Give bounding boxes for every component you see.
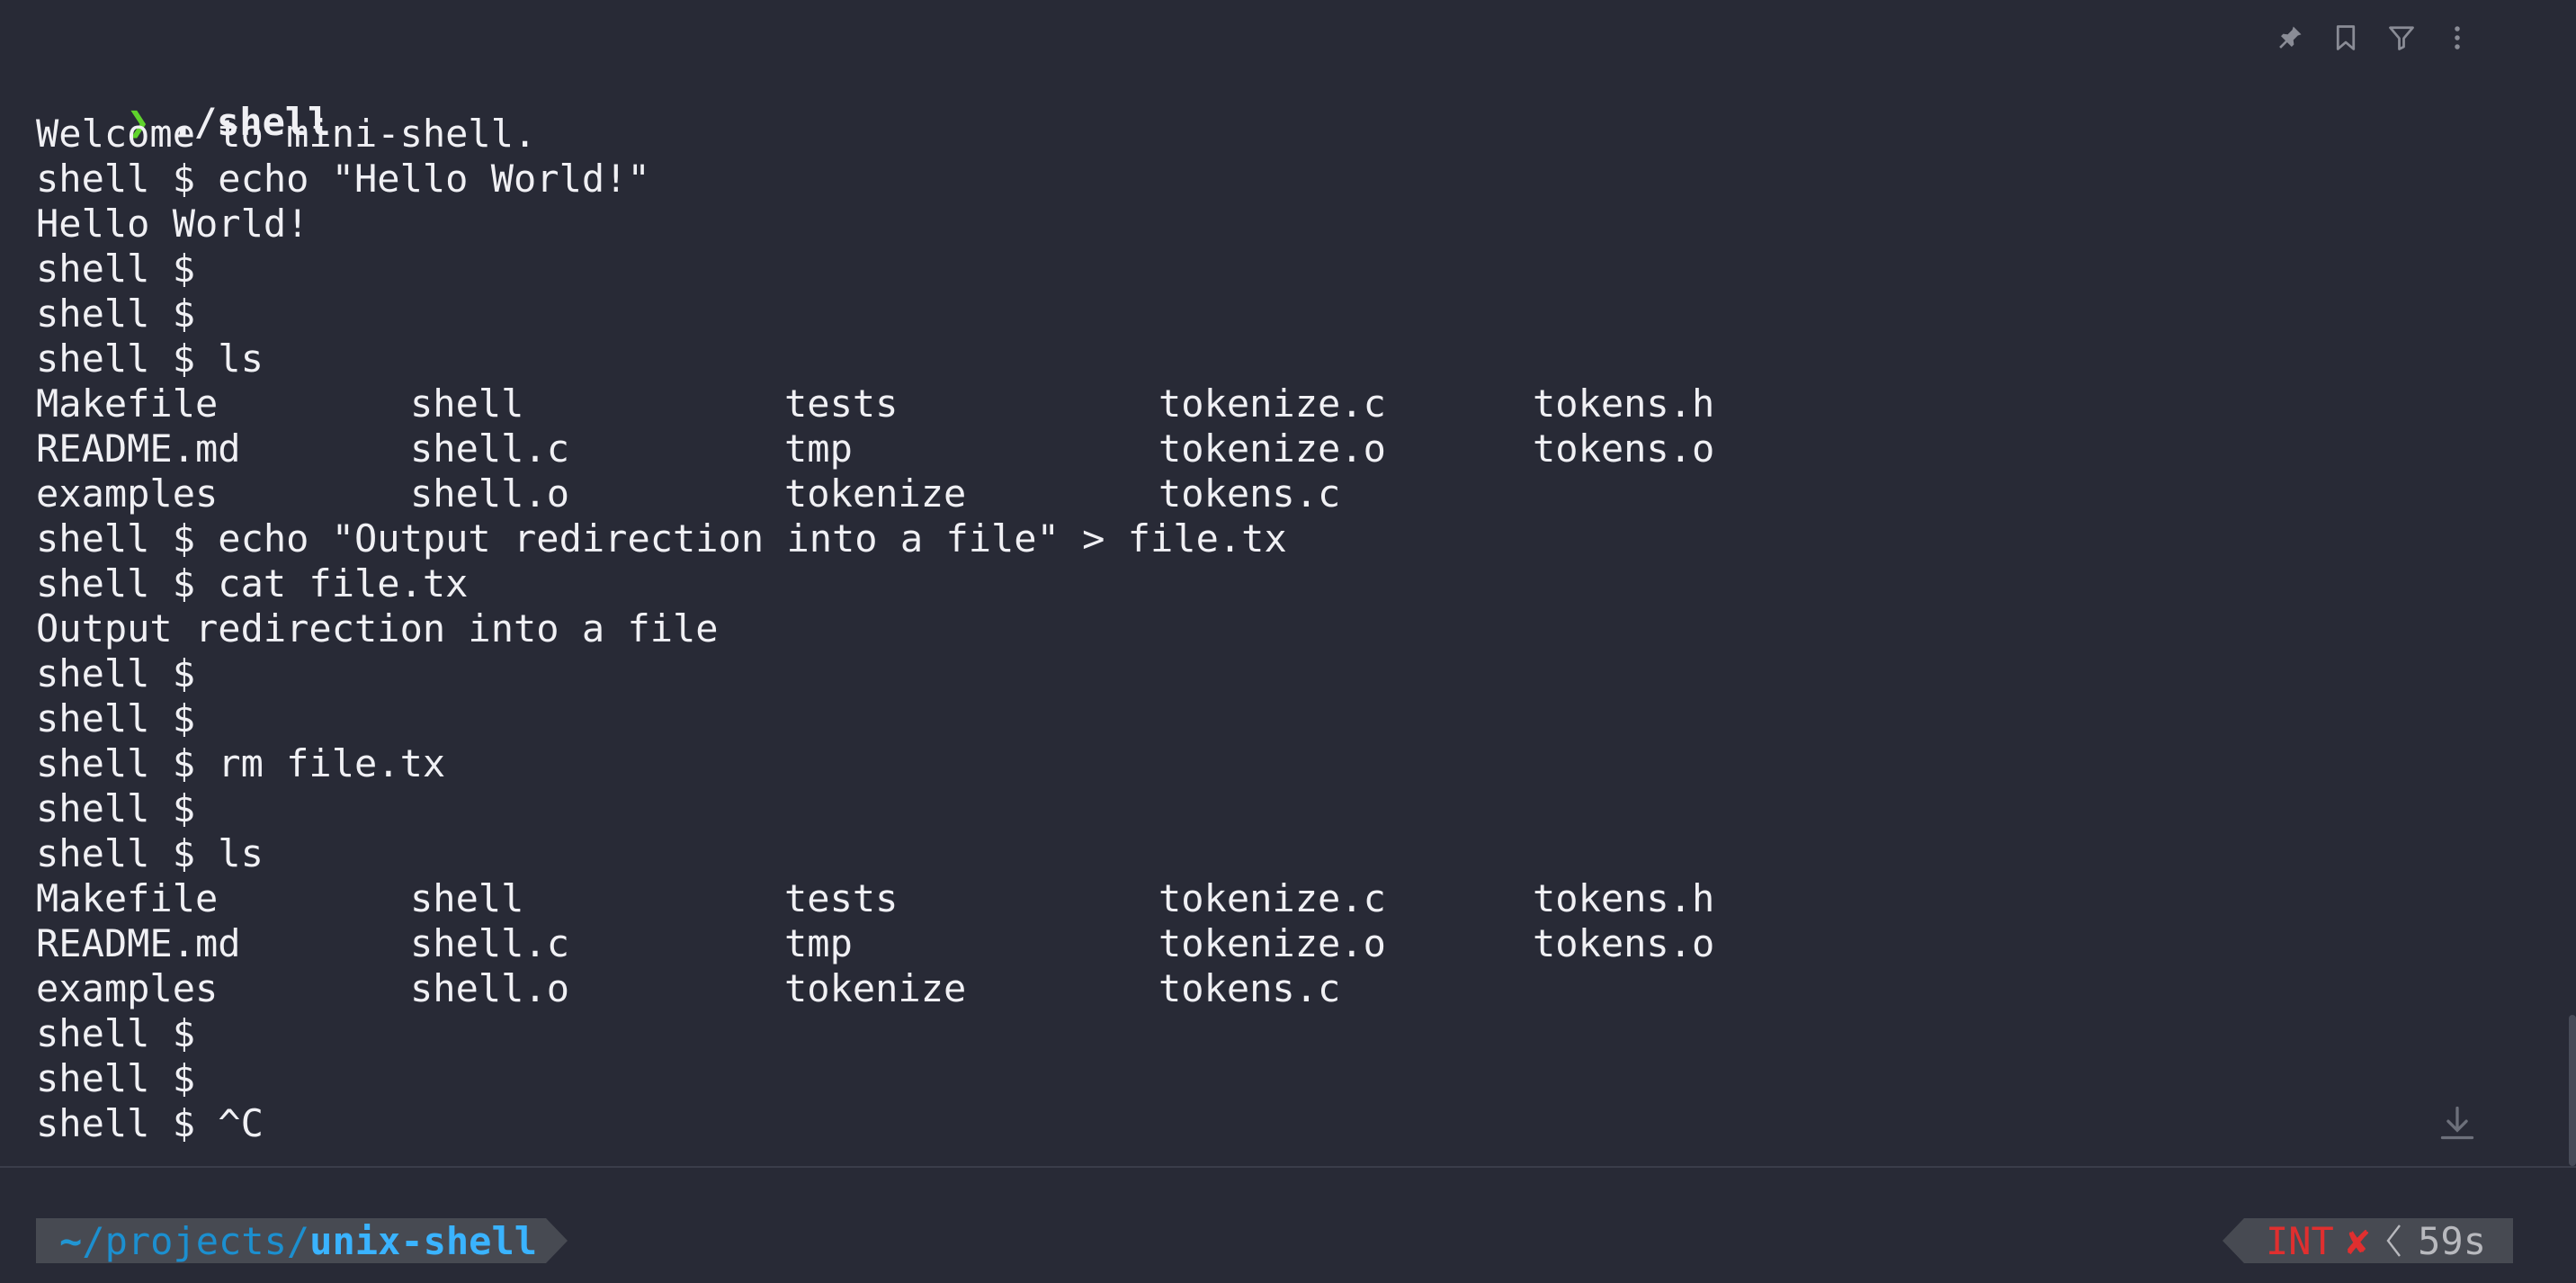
scrollbar[interactable] xyxy=(2569,1015,2576,1166)
more-icon[interactable] xyxy=(2443,22,2472,54)
file-entry: shell xyxy=(410,876,524,920)
output-line: shell $ echo "Output redirection into a … xyxy=(36,516,1287,561)
command-output: Welcome to mini-shell. shell $ echo "Hell… xyxy=(36,112,1907,1146)
file-entry: README.md xyxy=(36,921,241,965)
ls-output-row: examples shell.o tokenize tokens.c xyxy=(36,966,1907,1011)
output-line: shell $ ls xyxy=(36,336,264,381)
output-line: Hello World! xyxy=(36,202,309,246)
output-line: shell $ echo "Hello World!" xyxy=(36,157,650,201)
file-entry: README.md xyxy=(36,426,241,471)
command-block[interactable]: ❯ ./shell Welcome to mini-shell. shell $ e… xyxy=(36,0,2504,1166)
file-entry: shell.o xyxy=(410,471,570,516)
exit-status: INT xyxy=(2265,1218,2334,1263)
command-duration: 59s xyxy=(2418,1218,2486,1263)
output-line: Welcome to mini-shell. xyxy=(36,112,537,156)
segment-arrow-left-icon xyxy=(2222,1218,2244,1263)
file-entry: Makefile xyxy=(36,381,219,426)
scroll-to-bottom-icon[interactable] xyxy=(2437,1103,2477,1143)
file-entry: tests xyxy=(784,381,899,426)
file-entry: shell.c xyxy=(410,426,570,471)
file-entry: tokens.h xyxy=(1533,381,1715,426)
separator-chevron-icon xyxy=(2382,1223,2405,1259)
pin-icon[interactable] xyxy=(2276,22,2304,54)
output-line: shell $ xyxy=(36,651,196,695)
file-entry: shell.c xyxy=(410,921,570,965)
file-entry: tokens.o xyxy=(1533,921,1715,965)
segment-arrow-icon xyxy=(546,1218,568,1263)
file-entry: tokenize.c xyxy=(1158,876,1386,920)
status-segment: INT ✘ 59s xyxy=(2222,1218,2513,1263)
ls-output-row: README.md shell.c tmp tokenize.o tokens.o xyxy=(36,426,1907,471)
ls-output-row: examples shell.o tokenize tokens.c xyxy=(36,471,1907,516)
ls-output-row: Makefile shell tests tokenize.c tokens.h xyxy=(36,876,1907,921)
ls-output-row: Makefile shell tests tokenize.c tokens.h xyxy=(36,381,1907,426)
file-entry: shell.o xyxy=(410,966,570,1010)
path-home: ~ xyxy=(59,1218,83,1263)
output-line: shell $ rm file.tx xyxy=(36,741,446,785)
output-line: shell $ ^C xyxy=(36,1101,264,1145)
path-current: unix-shell xyxy=(309,1218,538,1263)
output-line: shell $ xyxy=(36,292,196,336)
file-entry: shell xyxy=(410,381,524,426)
file-entry: tmp xyxy=(784,921,853,965)
file-entry: tokenize.o xyxy=(1158,426,1386,471)
output-line: shell $ xyxy=(36,1056,196,1100)
filter-icon[interactable] xyxy=(2387,22,2416,54)
file-entry: tokenize.o xyxy=(1158,921,1386,965)
output-line: shell $ xyxy=(36,1011,196,1055)
output-line: Output redirection into a file xyxy=(36,606,719,650)
file-entry: Makefile xyxy=(36,876,219,920)
path-middle: /projects/ xyxy=(82,1218,310,1263)
file-entry: tokens.c xyxy=(1158,471,1341,516)
output-line: shell $ xyxy=(36,247,196,291)
file-entry: examples xyxy=(36,471,219,516)
error-cross-icon: ✘ xyxy=(2346,1218,2370,1263)
output-line: shell $ xyxy=(36,786,196,830)
bookmark-icon[interactable] xyxy=(2331,22,2360,54)
file-entry: examples xyxy=(36,966,219,1010)
file-entry: tokens.c xyxy=(1158,966,1341,1010)
file-entry: tokens.h xyxy=(1533,876,1715,920)
output-line: shell $ xyxy=(36,696,196,740)
file-entry: tokenize xyxy=(784,471,967,516)
path-segment: ~/projects/unix-shell xyxy=(36,1218,568,1263)
file-entry: tmp xyxy=(784,426,853,471)
file-entry: tokenize.c xyxy=(1158,381,1386,426)
output-line: shell $ cat file.tx xyxy=(36,561,469,606)
file-entry: tokens.o xyxy=(1533,426,1715,471)
output-line: shell $ ls xyxy=(36,831,264,875)
ls-output-row: README.md shell.c tmp tokenize.o tokens.o xyxy=(36,921,1907,966)
file-entry: tokenize xyxy=(784,966,967,1010)
block-toolbar xyxy=(2276,22,2472,54)
prompt-bar[interactable]: ~/projects/unix-shell INT ✘ 59s xyxy=(0,1168,2576,1283)
file-entry: tests xyxy=(784,876,899,920)
